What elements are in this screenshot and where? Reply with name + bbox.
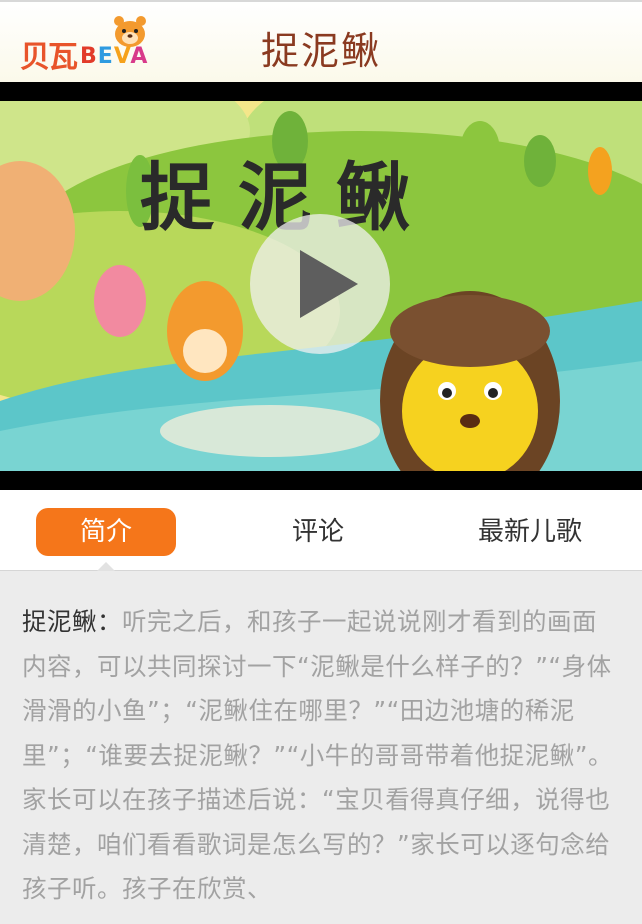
tab-latest-songs[interactable]: 最新儿歌: [452, 508, 608, 556]
tab-bar: 简介 评论 最新儿歌: [0, 490, 642, 571]
intro-text: 捉泥鳅：听完之后，和孩子一起说说刚才看到的画面内容，可以共同探讨一下“泥鳅是什么…: [22, 600, 620, 912]
intro-body: 听完之后，和孩子一起说说刚才看到的画面内容，可以共同探讨一下“泥鳅是什么样子的？…: [22, 607, 613, 903]
video-player[interactable]: 捉泥鳅: [0, 82, 642, 490]
header-bar: 贝瓦 BEVA 捉泥鳅: [0, 0, 642, 82]
page-title: 捉泥鳅: [260, 29, 381, 73]
play-button[interactable]: [250, 214, 390, 354]
intro-lead: 捉泥鳅：: [22, 607, 122, 636]
play-icon: [300, 250, 358, 318]
tab-comments[interactable]: 评论: [248, 508, 388, 556]
active-tab-pointer: [97, 562, 115, 571]
tab-intro[interactable]: 简介: [36, 508, 176, 556]
